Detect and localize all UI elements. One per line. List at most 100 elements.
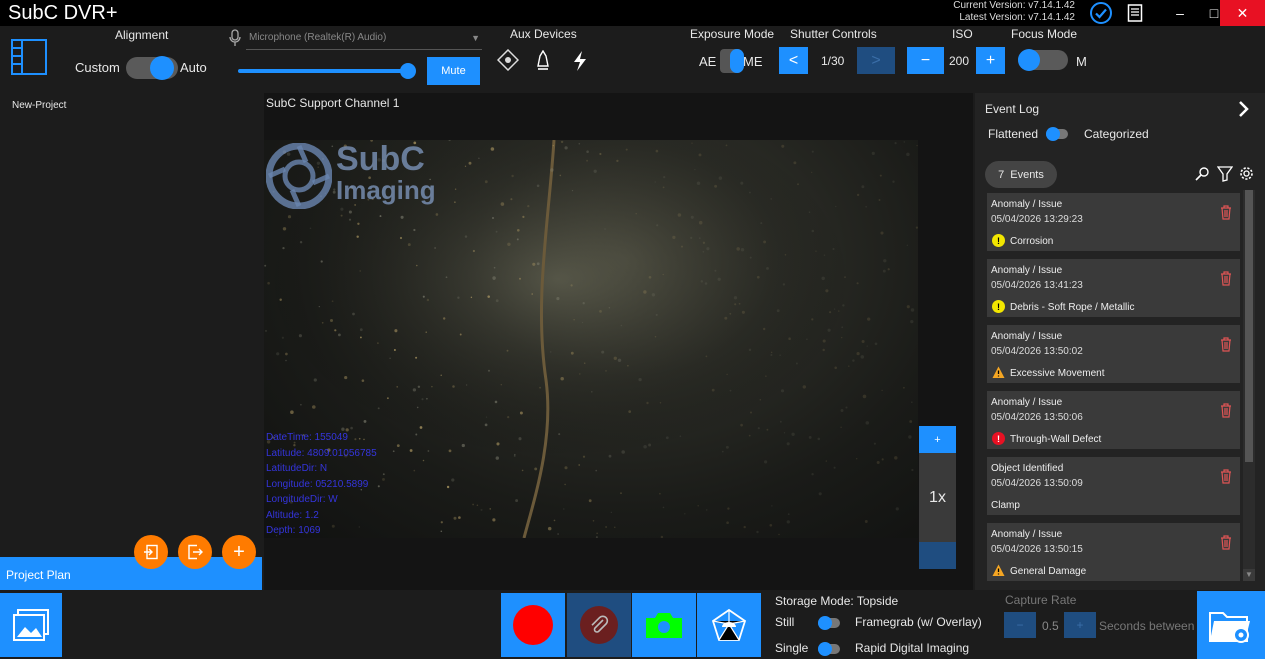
event-card[interactable]: Anomaly / Issue 05/04/2026 13:50:02 Exce… <box>987 325 1240 383</box>
laser-icon[interactable] <box>496 48 520 76</box>
particle <box>894 456 898 460</box>
release-notes-icon[interactable] <box>1121 0 1149 26</box>
filter-icon[interactable] <box>1216 166 1234 187</box>
close-button[interactable]: ✕ <box>1220 0 1265 26</box>
particle <box>446 485 450 489</box>
particle <box>835 205 837 208</box>
particle <box>582 455 586 458</box>
snapshot-button[interactable] <box>632 593 696 657</box>
particle <box>724 316 728 320</box>
event-card[interactable]: Anomaly / Issue 05/04/2026 13:29:23 ! Co… <box>987 193 1240 251</box>
particle <box>811 171 813 173</box>
particle <box>696 181 701 186</box>
trash-icon[interactable] <box>1220 337 1232 357</box>
particle <box>359 270 361 272</box>
particle <box>821 276 825 281</box>
search-icon[interactable] <box>1195 167 1209 186</box>
particle <box>780 389 785 393</box>
settings-gear-icon[interactable] <box>1239 166 1254 186</box>
particle <box>468 161 472 165</box>
particle <box>396 386 398 388</box>
particle <box>760 222 763 225</box>
capture-rate-decrease-button[interactable]: − <box>1004 612 1036 638</box>
trash-icon[interactable] <box>1220 403 1232 423</box>
minimize-button[interactable]: – <box>1163 0 1197 26</box>
folder-settings-icon[interactable] <box>1197 591 1265 659</box>
record-button[interactable] <box>501 593 565 657</box>
alignment-toggle[interactable] <box>126 56 178 80</box>
particle <box>770 351 773 354</box>
event-card[interactable]: Object Identified 05/04/2026 13:50:09 Cl… <box>987 457 1240 515</box>
still-toggle[interactable] <box>818 616 840 630</box>
volume-slider-thumb[interactable] <box>400 63 416 79</box>
particle <box>431 385 433 388</box>
particle <box>729 312 732 315</box>
particle <box>582 302 585 305</box>
iso-decrease-button[interactable]: − <box>907 47 944 74</box>
scroll-down-icon[interactable]: ▼ <box>1243 569 1255 581</box>
microphone-select[interactable]: Microphone (Realtek(R) Audio) ▼ <box>246 30 482 50</box>
particle <box>557 533 559 535</box>
zoom-in-button[interactable]: + <box>919 426 956 453</box>
toggle-knob <box>1018 49 1040 71</box>
export-icon[interactable] <box>178 535 212 569</box>
particle <box>651 293 656 297</box>
shutter-decrease-button[interactable]: < <box>779 47 808 74</box>
particle <box>771 505 773 507</box>
particle <box>776 309 780 313</box>
scrollbar-thumb[interactable] <box>1245 190 1253 462</box>
particle <box>507 242 511 247</box>
strobe-icon[interactable] <box>571 50 589 77</box>
single-toggle[interactable] <box>818 642 840 656</box>
version-info: Current Version: v7.14.1.42 Latest Versi… <box>953 0 1075 24</box>
add-icon[interactable]: + <box>222 535 256 569</box>
particle <box>711 388 715 392</box>
event-card[interactable]: Anomaly / Issue 05/04/2026 13:41:23 ! De… <box>987 259 1240 317</box>
event-count-pill[interactable]: 7 Events <box>985 161 1057 188</box>
toolbar: Alignment Custom Auto Microphone (Realte… <box>0 26 1265 93</box>
trash-icon[interactable] <box>1220 205 1232 225</box>
event-view-toggle[interactable] <box>1046 127 1068 141</box>
event-count: 7 <box>998 168 1005 181</box>
particle <box>672 235 676 240</box>
import-icon[interactable] <box>134 535 168 569</box>
shutter-increase-button[interactable]: > <box>857 47 895 74</box>
lamp-icon[interactable] <box>535 49 551 77</box>
particle <box>702 251 705 253</box>
particle <box>782 283 786 286</box>
particle <box>464 165 467 167</box>
focus-mode-toggle[interactable] <box>1018 49 1068 71</box>
attach-button[interactable] <box>567 593 631 657</box>
capture-rate-increase-button[interactable]: + <box>1064 612 1096 638</box>
project-item[interactable]: New-Project <box>12 100 66 111</box>
particle <box>495 299 499 303</box>
rapid-imaging-label: Rapid Digital Imaging <box>855 641 970 655</box>
chevron-right-icon[interactable] <box>1238 101 1250 122</box>
mute-button[interactable]: Mute <box>427 57 480 85</box>
particle <box>906 244 908 246</box>
particle <box>595 536 598 538</box>
exposure-toggle[interactable] <box>720 49 744 73</box>
event-type: Anomaly / Issue <box>991 265 1063 276</box>
zoom-out-button[interactable] <box>919 542 956 569</box>
particle <box>356 235 359 238</box>
trash-icon[interactable] <box>1220 469 1232 489</box>
up-to-date-check-icon[interactable] <box>1087 0 1115 26</box>
gallery-image-icon[interactable] <box>0 593 62 657</box>
layout-panel-icon[interactable] <box>10 38 48 81</box>
photogrammetry-button[interactable] <box>697 593 761 657</box>
particle <box>749 256 752 259</box>
particle <box>677 213 682 217</box>
volume-slider[interactable] <box>238 63 416 79</box>
video-feed[interactable]: SubC Imaging DateTime: 155049 Latitude: 4… <box>264 140 918 538</box>
particle <box>643 445 647 449</box>
iso-increase-button[interactable]: + <box>976 47 1005 74</box>
event-card[interactable]: Anomaly / Issue 05/04/2026 13:50:15 Gene… <box>987 523 1240 581</box>
particle <box>769 523 773 527</box>
trash-icon[interactable] <box>1220 271 1232 291</box>
warning-triangle-icon <box>992 366 1005 379</box>
project-plan-bar[interactable]: Project Plan <box>0 557 262 590</box>
trash-icon[interactable] <box>1220 535 1232 555</box>
event-card[interactable]: Anomaly / Issue 05/04/2026 13:50:06 ! Th… <box>987 391 1240 449</box>
event-list-scrollbar[interactable]: ▼ <box>1243 190 1255 581</box>
